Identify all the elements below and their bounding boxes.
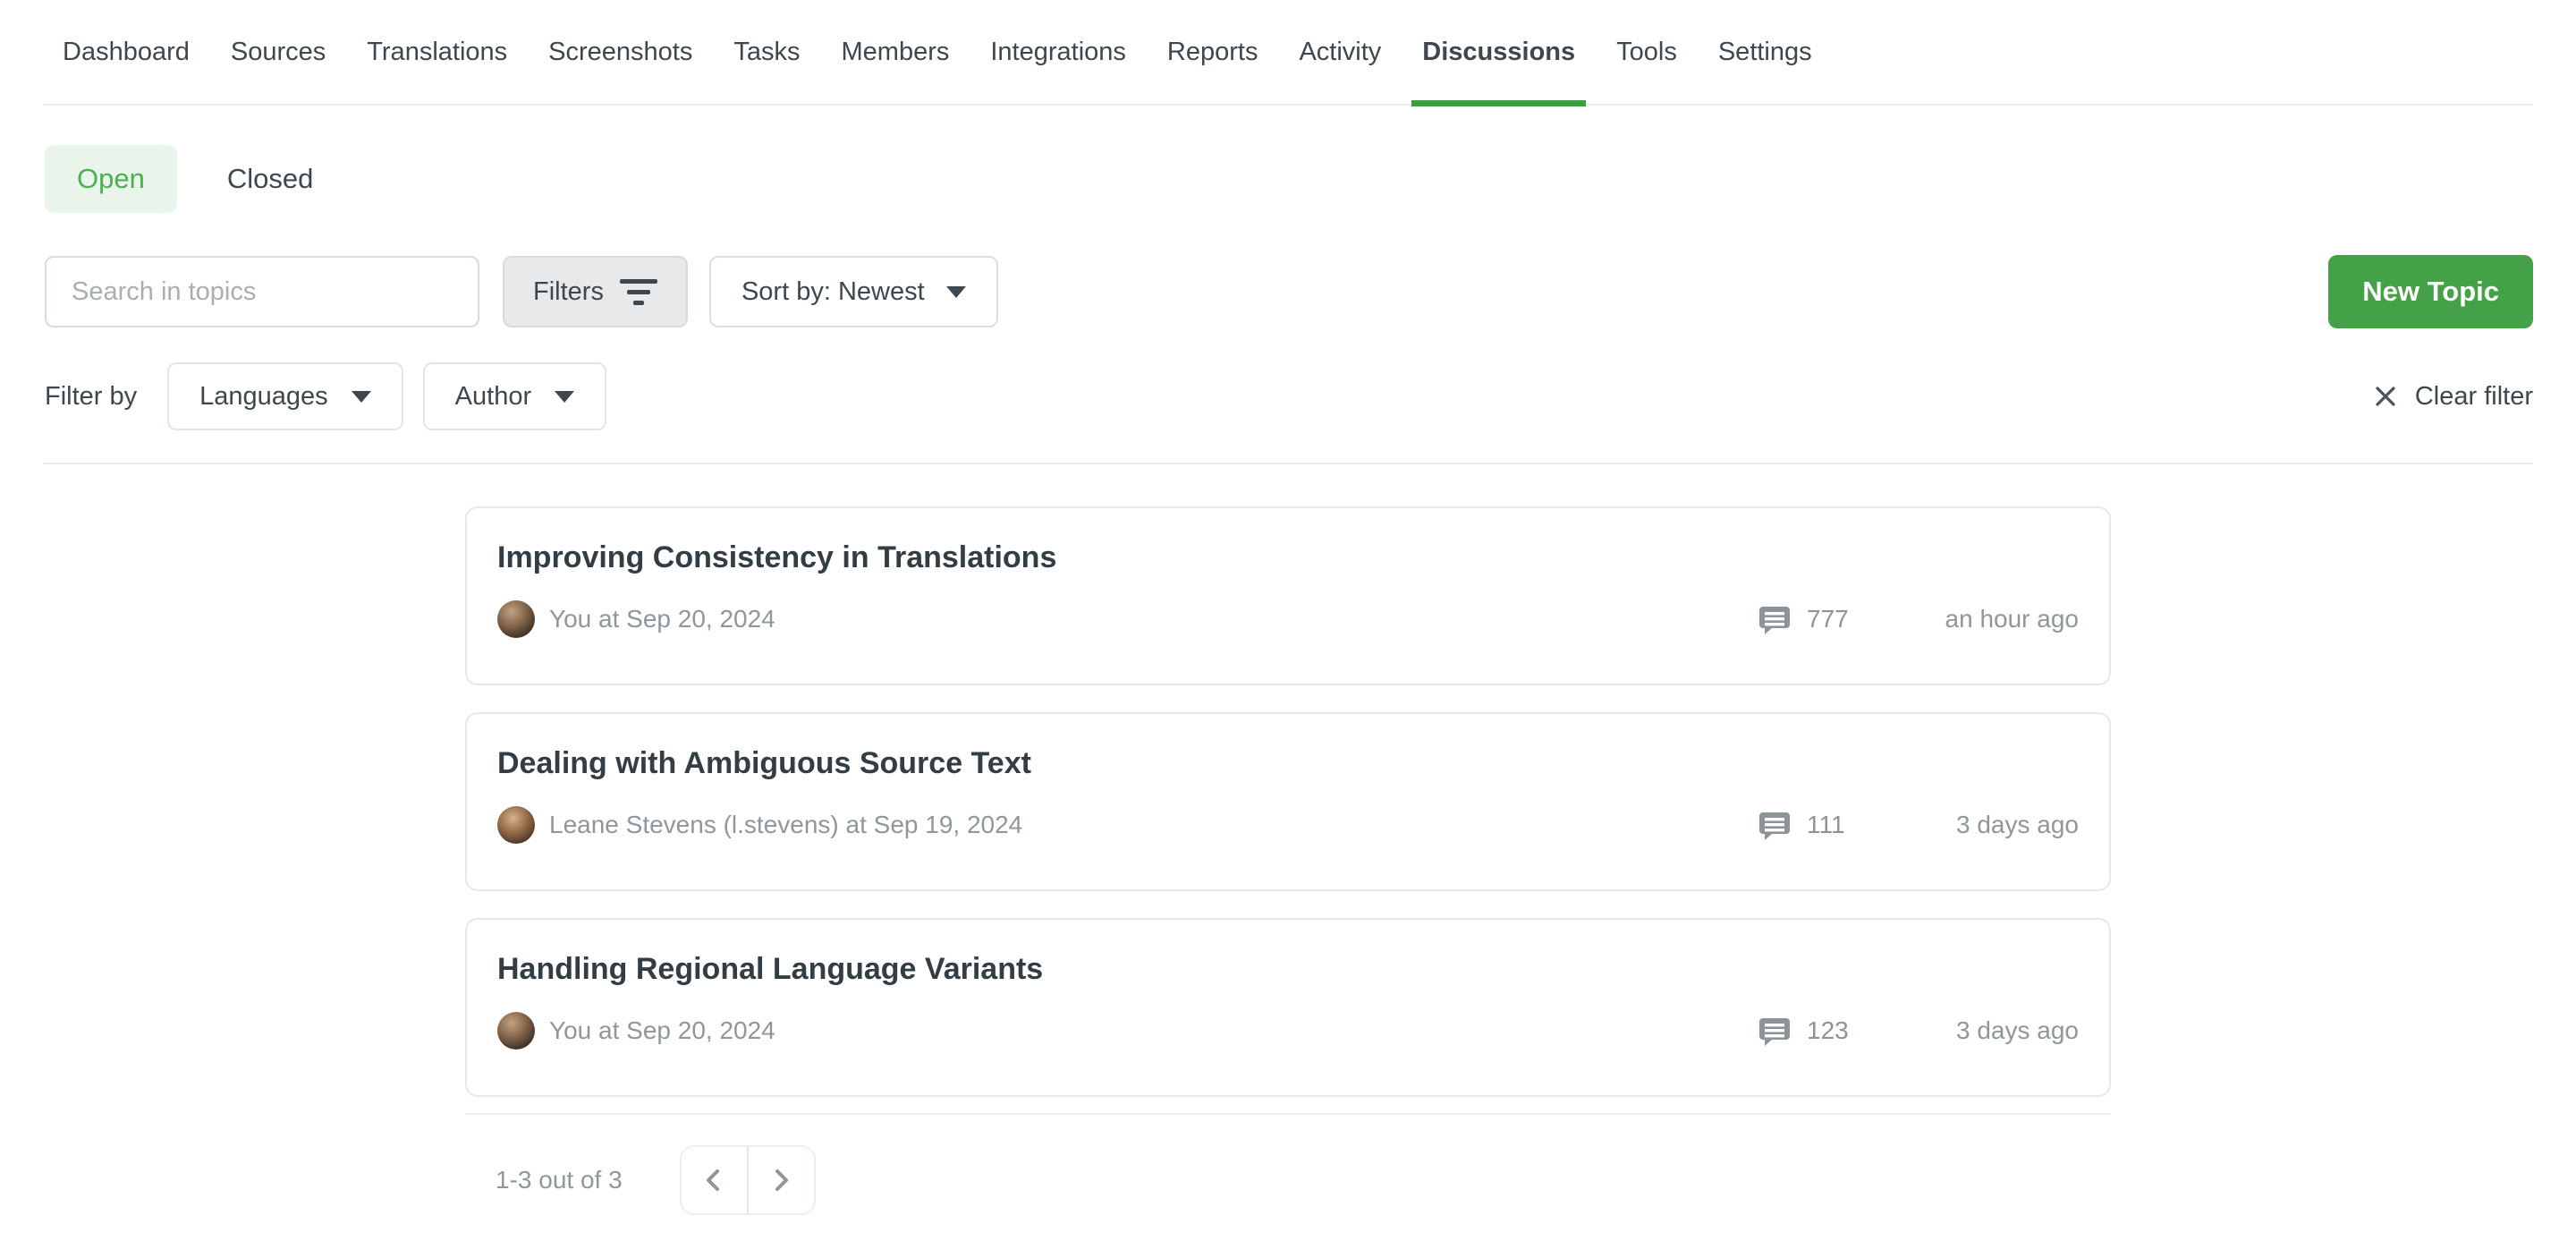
new-topic-button[interactable]: New Topic xyxy=(2328,255,2533,328)
comment-count-value: 777 xyxy=(1807,605,1849,633)
clear-filter-button[interactable]: Clear filter xyxy=(2372,382,2533,412)
filters-button-label: Filters xyxy=(533,277,604,307)
avatar xyxy=(497,600,535,638)
topic-author: Leane Stevens (l.stevens) at Sep 19, 202… xyxy=(549,811,1757,839)
topic-author: You at Sep 20, 2024 xyxy=(549,605,1757,633)
nav-item-settings[interactable]: Settings xyxy=(1718,0,1812,105)
topic-updated-time: 3 days ago xyxy=(1927,1016,2079,1045)
nav-item-reports[interactable]: Reports xyxy=(1167,0,1258,105)
topic-meta: You at Sep 20, 2024 123 3 days ago xyxy=(497,1012,2079,1050)
topic-card[interactable]: Improving Consistency in Translations Yo… xyxy=(465,506,2111,685)
comment-icon xyxy=(1757,601,1792,637)
topic-title[interactable]: Improving Consistency in Translations xyxy=(497,540,2079,575)
avatar xyxy=(497,806,535,844)
topic-author: You at Sep 20, 2024 xyxy=(549,1016,1757,1045)
nav-item-screenshots[interactable]: Screenshots xyxy=(548,0,692,105)
filter-lines-icon xyxy=(620,279,657,305)
topic-meta: Leane Stevens (l.stevens) at Sep 19, 202… xyxy=(497,806,2079,844)
previous-page-button[interactable] xyxy=(682,1147,749,1213)
comment-count: 111 xyxy=(1757,807,1927,843)
section-divider xyxy=(43,463,2533,464)
pagination-bar: 1-3 out of 3 xyxy=(465,1113,2111,1215)
nav-item-tools[interactable]: Tools xyxy=(1616,0,1677,105)
nav-item-tasks[interactable]: Tasks xyxy=(733,0,800,105)
filters-button[interactable]: Filters xyxy=(503,256,688,327)
pagination-range-label: 1-3 out of 3 xyxy=(496,1166,623,1194)
filter-bar: Filter by Languages Author Clear filter xyxy=(0,362,2576,430)
close-icon xyxy=(2372,383,2399,410)
nav-item-dashboard[interactable]: Dashboard xyxy=(63,0,190,105)
topic-meta: You at Sep 20, 2024 777 an hour ago xyxy=(497,600,2079,638)
nav-item-discussions[interactable]: Discussions xyxy=(1422,0,1575,105)
topic-card[interactable]: Handling Regional Language Variants You … xyxy=(465,918,2111,1097)
comment-count: 123 xyxy=(1757,1013,1927,1049)
discussions-toolbar: Filters Sort by: Newest New Topic xyxy=(0,255,2576,328)
nav-item-activity[interactable]: Activity xyxy=(1299,0,1381,105)
comment-icon xyxy=(1757,1013,1792,1049)
author-filter-dropdown[interactable]: Author xyxy=(423,362,606,430)
chevron-right-icon xyxy=(766,1165,796,1195)
topic-title[interactable]: Handling Regional Language Variants xyxy=(497,952,2079,987)
search-input[interactable] xyxy=(45,256,479,327)
chevron-down-icon xyxy=(555,391,574,403)
nav-item-members[interactable]: Members xyxy=(842,0,950,105)
comment-count: 777 xyxy=(1757,601,1927,637)
topic-updated-time: an hour ago xyxy=(1927,605,2079,633)
nav-item-translations[interactable]: Translations xyxy=(367,0,507,105)
comment-count-value: 111 xyxy=(1807,811,1845,839)
chevron-left-icon xyxy=(699,1165,729,1195)
languages-filter-label: Languages xyxy=(199,382,328,412)
clear-filter-label: Clear filter xyxy=(2415,382,2533,412)
languages-filter-dropdown[interactable]: Languages xyxy=(167,362,403,430)
sort-dropdown[interactable]: Sort by: Newest xyxy=(709,256,998,327)
topic-title[interactable]: Dealing with Ambiguous Source Text xyxy=(497,746,2079,781)
filter-by-label: Filter by xyxy=(45,382,137,412)
chevron-down-icon xyxy=(352,391,371,403)
comment-icon xyxy=(1757,807,1792,843)
pager-controls xyxy=(680,1145,816,1215)
avatar xyxy=(497,1012,535,1050)
nav-item-integrations[interactable]: Integrations xyxy=(990,0,1126,105)
next-page-button[interactable] xyxy=(749,1147,814,1213)
status-tabs: Open Closed xyxy=(0,145,2576,213)
project-navbar: Dashboard Sources Translations Screensho… xyxy=(43,0,2533,106)
author-filter-label: Author xyxy=(455,382,531,412)
comment-count-value: 123 xyxy=(1807,1016,1849,1045)
sort-dropdown-label: Sort by: Newest xyxy=(741,277,925,307)
topics-list: Improving Consistency in Translations Yo… xyxy=(465,506,2111,1215)
chevron-down-icon xyxy=(946,286,966,298)
topic-updated-time: 3 days ago xyxy=(1927,811,2079,839)
nav-item-sources[interactable]: Sources xyxy=(231,0,326,105)
topic-card[interactable]: Dealing with Ambiguous Source Text Leane… xyxy=(465,712,2111,891)
tab-open[interactable]: Open xyxy=(45,145,177,213)
tab-closed[interactable]: Closed xyxy=(222,145,319,213)
